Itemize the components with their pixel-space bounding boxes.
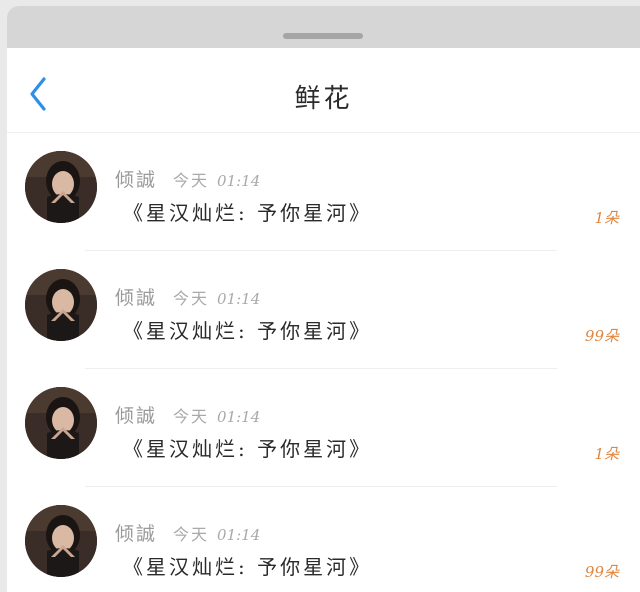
sheet-grabber-area[interactable] xyxy=(7,6,640,48)
gift-message: 《星汉灿烂: 予你星河》 xyxy=(123,437,373,461)
avatar[interactable] xyxy=(25,505,97,577)
list-item[interactable]: 倾誠 今天 01:14 《星汉灿烂: 予你星河》 1朵 xyxy=(7,133,640,251)
sent-time: 01:14 xyxy=(217,290,261,308)
item-meta: 倾誠 今天 01:14 xyxy=(115,401,260,428)
sender-name[interactable]: 倾誠 xyxy=(115,401,157,428)
gift-message: 《星汉灿烂: 予你星河》 xyxy=(123,319,373,343)
sender-name[interactable]: 倾誠 xyxy=(115,283,157,310)
list-item[interactable]: 倾誠 今天 01:14 《星汉灿烂: 予你星河》 99朵 xyxy=(7,251,640,369)
sender-name[interactable]: 倾誠 xyxy=(115,519,157,546)
flower-count: 99朵 xyxy=(584,563,619,581)
drag-handle[interactable] xyxy=(283,33,363,39)
sent-day: 今天 xyxy=(173,407,210,426)
page-title: 鲜花 xyxy=(294,84,353,114)
sender-name[interactable]: 倾誠 xyxy=(115,165,157,192)
user-avatar-icon xyxy=(25,505,97,577)
gift-list: 倾誠 今天 01:14 《星汉灿烂: 予你星河》 1朵 倾誠 今天 01:14 … xyxy=(7,133,640,592)
sent-time: 01:14 xyxy=(217,526,261,544)
sent-day: 今天 xyxy=(173,525,210,544)
header-bar: 鲜花 xyxy=(7,48,640,133)
gift-message: 《星汉灿烂: 予你星河》 xyxy=(123,555,373,579)
gift-message: 《星汉灿烂: 予你星河》 xyxy=(123,201,373,225)
item-meta: 倾誠 今天 01:14 xyxy=(115,283,260,310)
sent-time: 01:14 xyxy=(217,172,261,190)
list-item[interactable]: 倾誠 今天 01:14 《星汉灿烂: 予你星河》 1朵 xyxy=(7,369,640,487)
avatar[interactable] xyxy=(25,269,97,341)
user-avatar-icon xyxy=(25,387,97,459)
item-meta: 倾誠 今天 01:14 xyxy=(115,165,260,192)
sent-time: 01:14 xyxy=(217,408,261,426)
sent-day: 今天 xyxy=(173,289,210,308)
list-item[interactable]: 倾誠 今天 01:14 《星汉灿烂: 予你星河》 99朵 xyxy=(7,487,640,592)
bottom-sheet: 鲜花 倾誠 今天 01:14 《星汉灿烂: 予你星河》 1朵 倾誠 今天 01:… xyxy=(7,6,640,592)
sent-day: 今天 xyxy=(173,171,210,190)
flower-count: 99朵 xyxy=(584,327,619,345)
item-meta: 倾誠 今天 01:14 xyxy=(115,519,260,546)
flower-count: 1朵 xyxy=(594,209,619,227)
user-avatar-icon xyxy=(25,151,97,223)
flower-count: 1朵 xyxy=(594,445,619,463)
avatar[interactable] xyxy=(25,387,97,459)
user-avatar-icon xyxy=(25,269,97,341)
avatar[interactable] xyxy=(25,151,97,223)
